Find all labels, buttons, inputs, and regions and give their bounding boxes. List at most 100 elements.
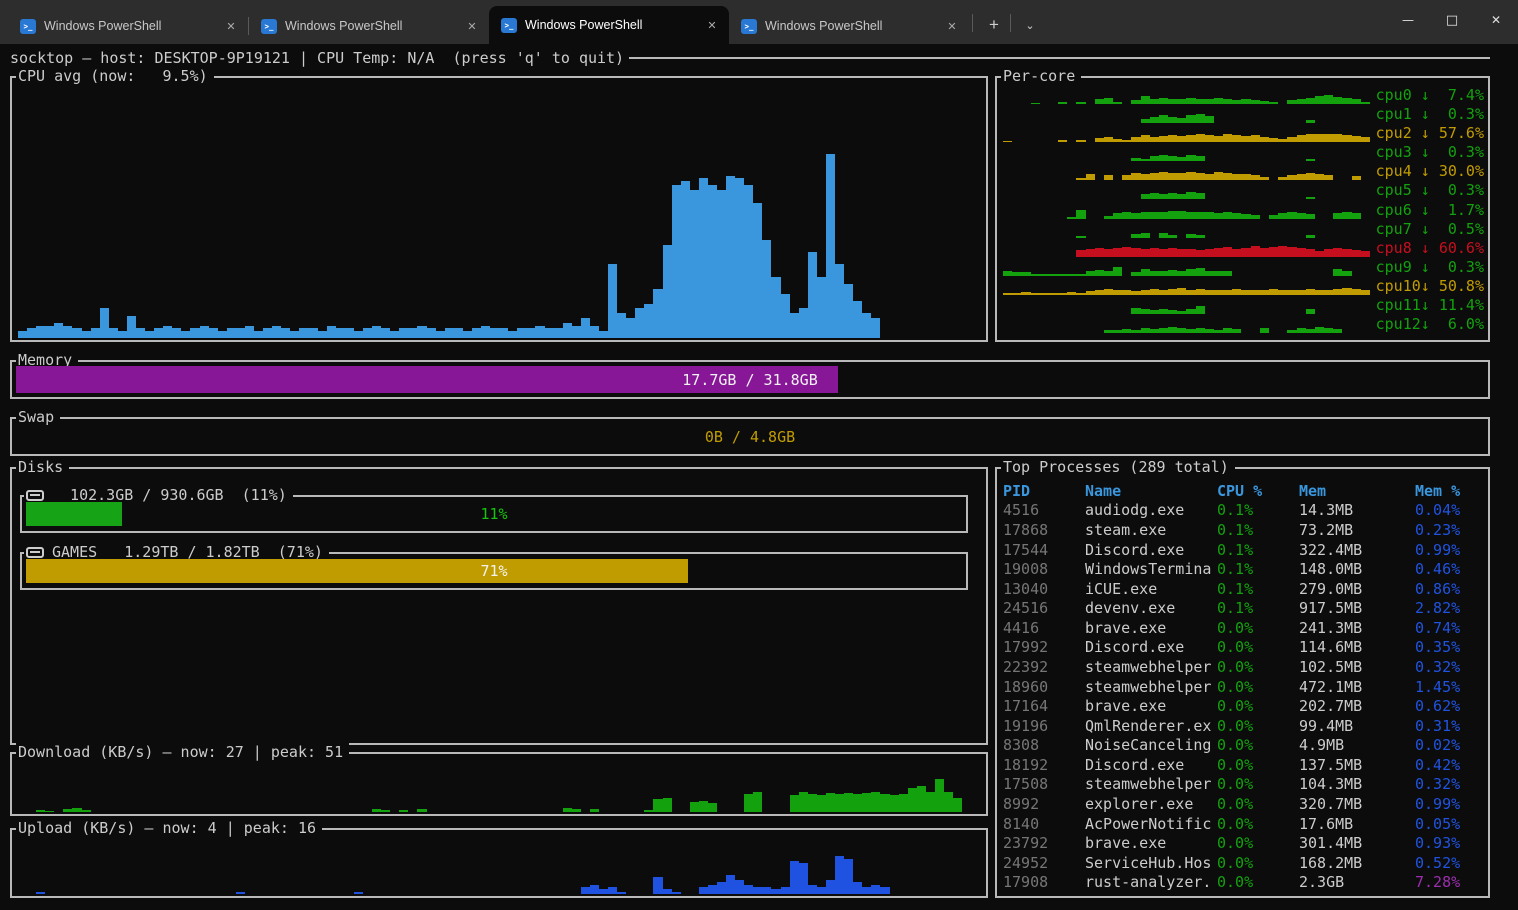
chart-bar: [1168, 327, 1177, 333]
chart-bar: [109, 328, 118, 338]
chart-bar: [1241, 136, 1250, 142]
chart-bar: [599, 331, 608, 338]
core-row: cpu8 ↓ 60.6%: [1003, 239, 1484, 258]
chart-bar: [744, 185, 753, 338]
chart-bar: [1324, 249, 1333, 257]
process-cell-mem: 14.3MB: [1299, 501, 1415, 519]
chart-bar: [817, 795, 826, 812]
close-tab-icon[interactable]: ✕: [463, 17, 481, 35]
tab-windows-powershell-1[interactable]: >_Windows PowerShell✕: [8, 8, 248, 44]
chart-bar: [1168, 310, 1177, 314]
chart-bar: [1186, 135, 1195, 142]
chart-bar: [1223, 134, 1232, 142]
process-cell-mem: 301.4MB: [1299, 834, 1415, 852]
chart-bar: [581, 318, 590, 338]
chart-bar: [472, 328, 481, 338]
chart-bar: [1150, 173, 1159, 181]
close-tab-icon[interactable]: ✕: [222, 17, 240, 35]
process-cell-pid: 8308: [1003, 736, 1085, 754]
process-cell-name: rust-analyzer.: [1085, 873, 1217, 891]
disk-games-percent: 71%: [22, 554, 966, 588]
close-window-button[interactable]: ✕: [1474, 0, 1518, 40]
chart-bar: [1150, 310, 1159, 314]
chart-bar: [790, 795, 799, 812]
maximize-button[interactable]: □: [1430, 0, 1474, 40]
chart-bar: [1131, 137, 1140, 142]
chart-bar: [1141, 96, 1150, 104]
core-row: cpu6 ↓ 1.7%: [1003, 200, 1484, 219]
chart-bar: [190, 328, 199, 338]
chart-bar: [890, 795, 899, 812]
chart-bar: [436, 331, 445, 338]
chart-bar: [1306, 173, 1315, 181]
chart-bar: [1113, 267, 1122, 276]
chart-bar: [1113, 248, 1122, 257]
chart-bar: [1168, 235, 1177, 238]
tab-windows-powershell-2[interactable]: >_Windows PowerShell✕: [249, 8, 489, 44]
chart-bar: [1131, 234, 1140, 237]
cpu-avg-panel-title: CPU avg (now: 9.5%): [16, 67, 214, 86]
chart-bar: [1186, 290, 1195, 295]
tab-bar: >_Windows PowerShell✕>_Windows PowerShel…: [0, 0, 1518, 44]
chart-bar: [1186, 249, 1195, 257]
chart-bar: [1214, 248, 1223, 257]
column-header: Name: [1085, 482, 1217, 500]
upload-history-chart: [18, 842, 980, 894]
chart-bar: [1297, 135, 1306, 142]
process-cell-cpu-: 0.0%: [1217, 619, 1299, 637]
chart-bar: [1223, 247, 1232, 256]
chart-bar: [563, 808, 572, 812]
chart-bar: [835, 856, 844, 894]
process-cell-pid: 13040: [1003, 580, 1085, 598]
chart-bar: [1287, 247, 1296, 256]
minimize-button[interactable]: —: [1386, 0, 1430, 40]
chart-bar: [744, 794, 753, 812]
chart-bar: [1122, 140, 1131, 142]
tab-windows-powershell-4[interactable]: >_Windows PowerShell✕: [729, 8, 969, 44]
process-cell-cpu-: 0.0%: [1217, 795, 1299, 813]
chart-bar: [354, 892, 363, 894]
process-cell-cpu-: 0.0%: [1217, 873, 1299, 891]
chart-bar: [1306, 159, 1315, 162]
chart-bar: [54, 323, 63, 338]
chart-bar: [1104, 137, 1113, 142]
chart-bar: [1297, 99, 1306, 104]
chart-bar: [1159, 136, 1168, 142]
chart-bar: [799, 792, 808, 812]
chart-bar: [1342, 288, 1351, 295]
process-cell-name: brave.exe: [1085, 834, 1217, 852]
core-label: cpu7 ↓ 0.5%: [1376, 222, 1484, 237]
process-cell-mem: 17.6MB: [1299, 815, 1415, 833]
chart-bar: [1141, 159, 1150, 162]
close-tab-icon[interactable]: ✕: [943, 17, 961, 35]
chart-bar: [1095, 99, 1104, 104]
process-cell-pid: 4516: [1003, 501, 1085, 519]
chart-bar: [753, 203, 762, 338]
chart-bar: [1150, 329, 1159, 333]
process-cell-mem: 104.3MB: [1299, 775, 1415, 793]
process-row: 23792brave.exe0.0%301.4MB0.93%: [1003, 833, 1486, 853]
process-cell-mem-: 0.32%: [1415, 658, 1486, 676]
process-row: 8308NoiseCanceling0.0%4.9MB0.02%: [1003, 736, 1486, 756]
chart-bar: [1186, 212, 1195, 218]
tab-dropdown-button[interactable]: ⌄: [1016, 12, 1044, 38]
process-cell-cpu-: 0.0%: [1217, 815, 1299, 833]
chart-bar: [1251, 100, 1260, 104]
chart-bar: [617, 313, 626, 338]
chart-bar: [1150, 193, 1159, 200]
chart-bar: [1223, 271, 1232, 276]
new-tab-button[interactable]: +: [980, 12, 1008, 38]
close-tab-icon[interactable]: ✕: [703, 16, 721, 34]
chart-bar: [1150, 271, 1159, 276]
chart-bar: [517, 328, 526, 338]
chart-bar: [1177, 288, 1186, 295]
tab-windows-powershell-3[interactable]: >_Windows PowerShell✕: [489, 6, 729, 44]
chart-bar: [1076, 178, 1085, 181]
chart-bar: [1186, 309, 1195, 314]
chart-bar: [1131, 248, 1140, 257]
chart-bar: [1342, 98, 1351, 104]
process-cell-mem: 4.9MB: [1299, 736, 1415, 754]
chart-bar: [1287, 290, 1296, 295]
chart-bar: [944, 792, 953, 812]
core-label: cpu9 ↓ 0.3%: [1376, 260, 1484, 275]
